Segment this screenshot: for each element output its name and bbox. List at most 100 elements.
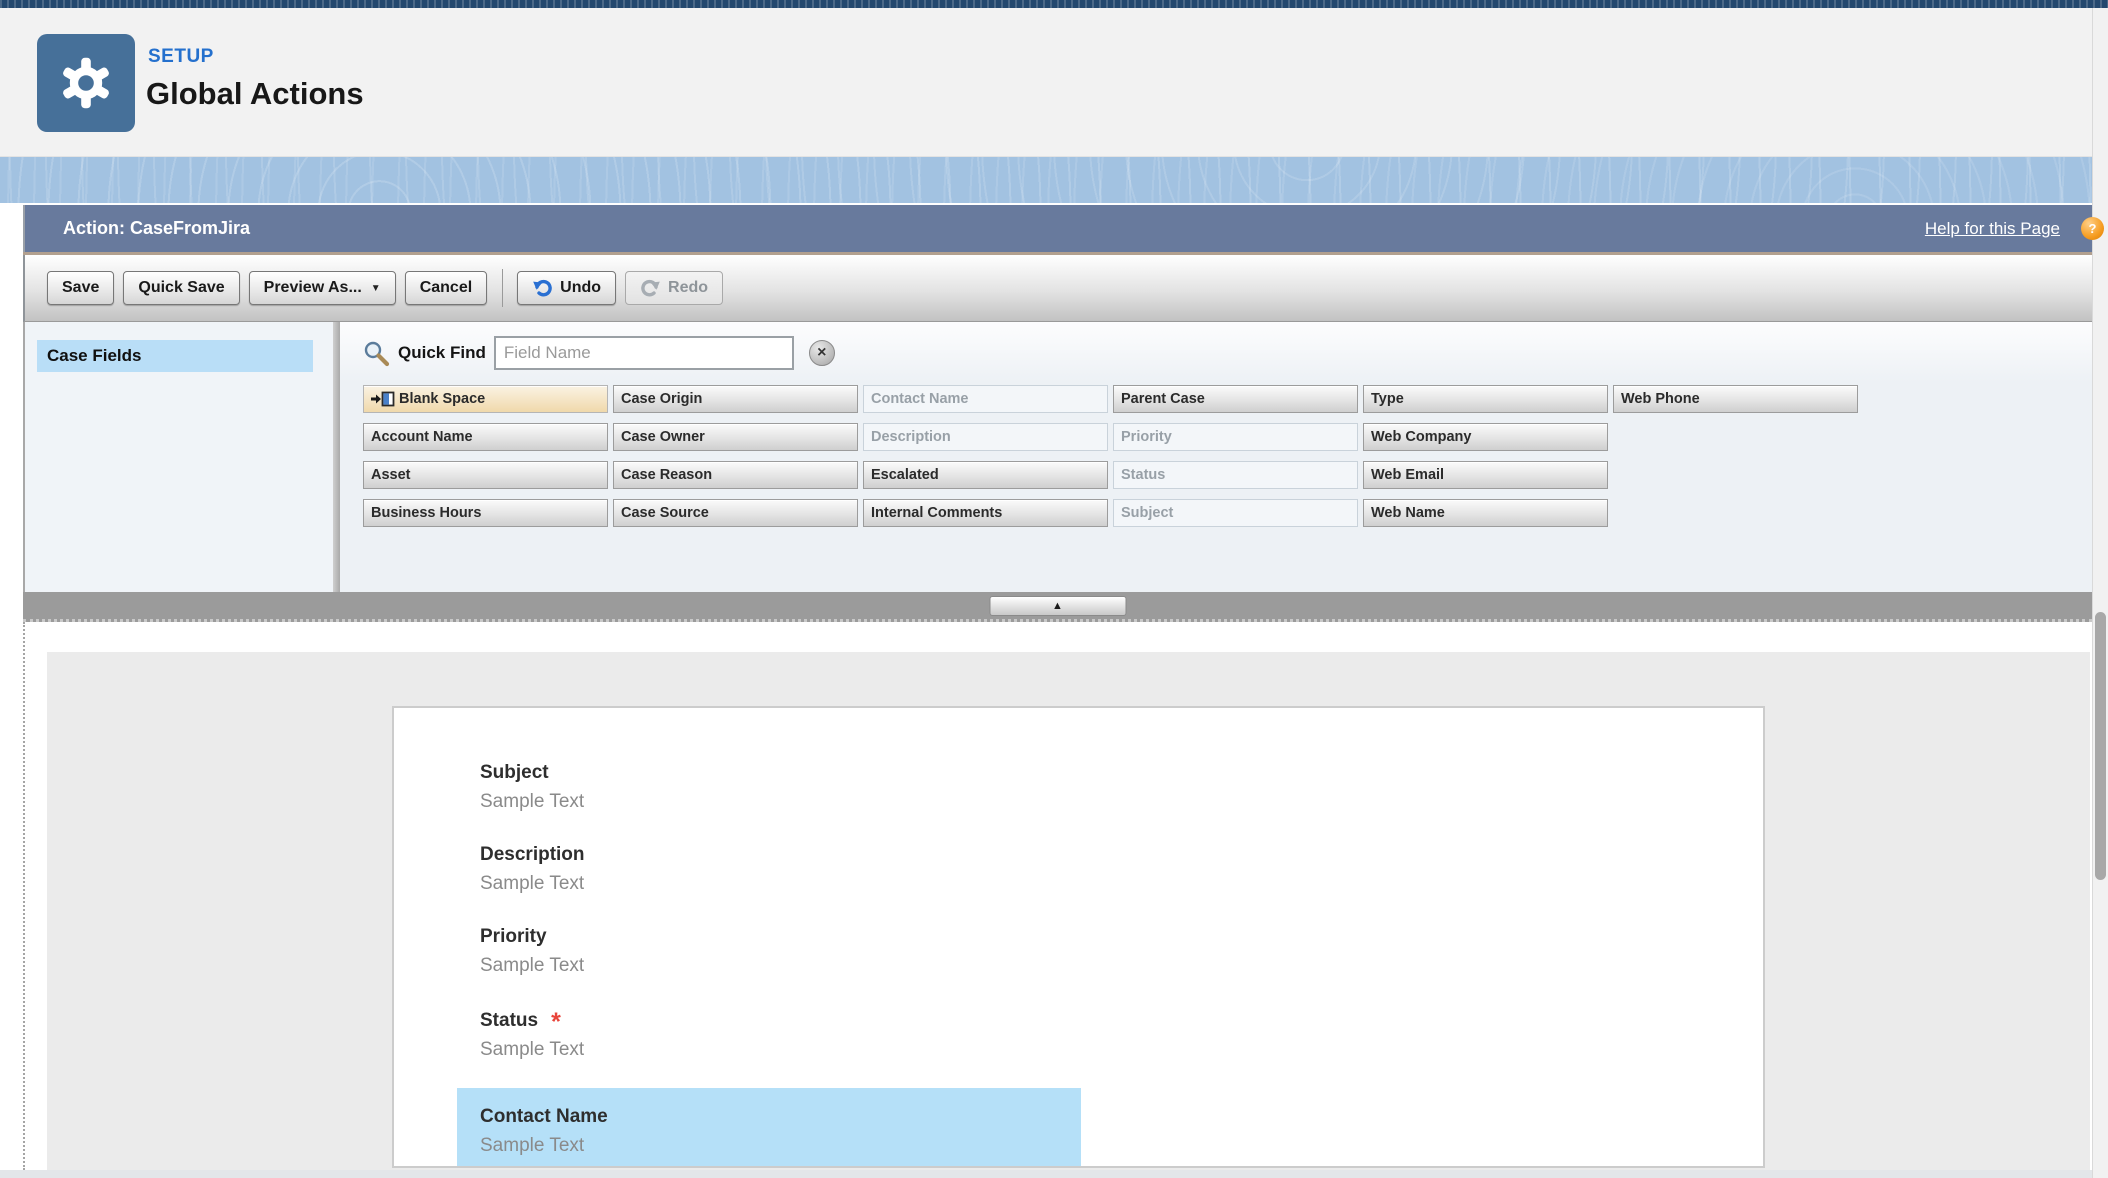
layout-field-label: Status bbox=[480, 1010, 538, 1031]
quick-find-bar: Quick Find × bbox=[340, 322, 2092, 370]
palette-field-label: Subject bbox=[1121, 500, 1173, 526]
palette-field[interactable]: Web Phone bbox=[1613, 385, 1858, 413]
layout-field-row[interactable]: Status * Sample Text bbox=[480, 1004, 1763, 1064]
palette-field-label: Web Name bbox=[1371, 500, 1445, 526]
quick-save-button[interactable]: Quick Save bbox=[123, 271, 239, 305]
search-icon bbox=[363, 340, 390, 367]
palette-field-label: Web Company bbox=[1371, 424, 1471, 450]
palette-field[interactable]: Blank Space bbox=[363, 385, 608, 413]
palette-field[interactable]: Case Owner bbox=[613, 423, 858, 451]
palette-field-label: Internal Comments bbox=[871, 500, 1002, 526]
panel-splitter[interactable]: ▲ bbox=[23, 592, 2092, 622]
redo-label: Redo bbox=[668, 279, 708, 297]
dropdown-caret-icon: ▼ bbox=[371, 283, 381, 294]
palette-field-label: Business Hours bbox=[371, 500, 481, 526]
help-icon[interactable]: ? bbox=[2081, 217, 2104, 240]
save-button[interactable]: Save bbox=[47, 271, 114, 305]
layout-field-label: Contact Name bbox=[480, 1106, 608, 1127]
palette-field[interactable]: Case Source bbox=[613, 499, 858, 527]
palette-field-label: Escalated bbox=[871, 462, 939, 488]
layout-field-sample: Sample Text bbox=[480, 787, 1763, 816]
cancel-button[interactable]: Cancel bbox=[405, 271, 487, 305]
layout-field-row[interactable]: Contact Name Sample Text bbox=[457, 1088, 1081, 1168]
editor-toolbar: Save Quick Save Preview As... ▼ Cancel U… bbox=[23, 255, 2092, 322]
layout-field-label: Priority bbox=[480, 926, 547, 947]
palette-field-label: Account Name bbox=[371, 424, 473, 450]
palette-field[interactable]: Case Origin bbox=[613, 385, 858, 413]
palette-field-label: Case Reason bbox=[621, 462, 712, 488]
palette-field-label: Contact Name bbox=[871, 386, 969, 412]
layout-field-row[interactable]: Priority Sample Text bbox=[480, 922, 1763, 980]
layout-field-label: Description bbox=[480, 844, 585, 865]
help-for-this-page-link[interactable]: Help for this Page bbox=[1925, 205, 2060, 252]
palette-field-label: Priority bbox=[1121, 424, 1172, 450]
preview-as-label: Preview As... bbox=[264, 279, 362, 297]
layout-field-sample: Sample Text bbox=[480, 951, 1763, 980]
required-asterisk: * bbox=[551, 1008, 561, 1036]
palette-field[interactable]: Priority bbox=[1113, 423, 1358, 451]
palette-field-label: Description bbox=[871, 424, 951, 450]
palette-field-label: Type bbox=[1371, 386, 1404, 412]
bottom-edge-strip bbox=[0, 1170, 2108, 1178]
palette-field[interactable]: Status bbox=[1113, 461, 1358, 489]
decorative-banner bbox=[0, 157, 2108, 203]
toolbar-separator bbox=[502, 269, 503, 307]
palette-field-label: Web Email bbox=[1371, 462, 1444, 488]
setup-breadcrumb: SETUP bbox=[148, 46, 214, 68]
palette-field[interactable]: Description bbox=[863, 423, 1108, 451]
layout-field-sample: Sample Text bbox=[480, 1131, 1081, 1160]
undo-icon bbox=[532, 278, 553, 298]
palette-field[interactable]: Case Reason bbox=[613, 461, 858, 489]
palette-field[interactable]: Escalated bbox=[863, 461, 1108, 489]
palette-field-label: Case Origin bbox=[621, 386, 702, 412]
palette-field[interactable]: Web Email bbox=[1363, 461, 1608, 489]
palette-field[interactable]: Web Company bbox=[1363, 423, 1608, 451]
field-palette: Quick Find × Blank Space Account Name As… bbox=[340, 322, 2092, 592]
page-title: Global Actions bbox=[146, 76, 364, 112]
sidebar-divider bbox=[333, 322, 340, 592]
palette-field[interactable]: Account Name bbox=[363, 423, 608, 451]
setup-gear-tile bbox=[37, 34, 135, 132]
collapse-handle[interactable]: ▲ bbox=[989, 596, 1126, 616]
canvas-background: Subject Sample Text Description Sample T… bbox=[47, 652, 2090, 1170]
undo-label: Undo bbox=[560, 279, 601, 297]
palette-field-label: Case Source bbox=[621, 500, 709, 526]
scrollbar-thumb[interactable] bbox=[2095, 612, 2106, 880]
global-actions-setup-page: SETUP Global Actions Action: CaseFromJir… bbox=[0, 0, 2108, 1178]
palette-field-label: Case Owner bbox=[621, 424, 705, 450]
palette-field[interactable]: Type bbox=[1363, 385, 1608, 413]
redo-button[interactable]: Redo bbox=[625, 271, 723, 305]
gear-icon bbox=[56, 53, 116, 113]
browser-top-strip bbox=[0, 0, 2108, 8]
clear-search-icon[interactable]: × bbox=[809, 340, 835, 366]
layout-editor-panel: Action: CaseFromJira Help for this Page … bbox=[23, 205, 2092, 1170]
palette-field[interactable]: Asset bbox=[363, 461, 608, 489]
quick-find-input[interactable] bbox=[494, 336, 794, 370]
collapse-arrow-icon: ▲ bbox=[1052, 600, 1063, 612]
layout-field-sample: Sample Text bbox=[480, 1035, 1763, 1064]
sidebar-item-case-fields[interactable]: Case Fields bbox=[37, 340, 313, 372]
page-scrollbar[interactable] bbox=[2092, 8, 2108, 1178]
layout-preview-panel: Subject Sample Text Description Sample T… bbox=[392, 706, 1765, 1168]
undo-button[interactable]: Undo bbox=[517, 271, 616, 305]
palette-field-label: Blank Space bbox=[399, 386, 485, 412]
field-palette-grid: Blank Space Account Name Asset Business … bbox=[363, 385, 1858, 527]
layout-canvas: Subject Sample Text Description Sample T… bbox=[23, 622, 2092, 1170]
palette-field[interactable]: Internal Comments bbox=[863, 499, 1108, 527]
layout-field-sample: Sample Text bbox=[480, 869, 1763, 898]
palette-field[interactable]: Subject bbox=[1113, 499, 1358, 527]
preview-as-button[interactable]: Preview As... ▼ bbox=[249, 271, 396, 305]
redo-icon bbox=[640, 278, 661, 298]
layout-field-row[interactable]: Description Sample Text bbox=[480, 840, 1763, 898]
palette-section: Case Fields Quick Find × bbox=[23, 322, 2092, 592]
palette-field[interactable]: Parent Case bbox=[1113, 385, 1358, 413]
palette-field-label: Web Phone bbox=[1621, 386, 1700, 412]
palette-field[interactable]: Web Name bbox=[1363, 499, 1608, 527]
layout-field-label: Subject bbox=[480, 762, 549, 783]
layout-field-row[interactable]: Subject Sample Text bbox=[480, 758, 1763, 816]
editor-title-bar: Action: CaseFromJira Help for this Page … bbox=[23, 205, 2092, 252]
setup-header: SETUP Global Actions bbox=[0, 8, 2108, 157]
palette-field-label: Status bbox=[1121, 462, 1165, 488]
palette-field[interactable]: Business Hours bbox=[363, 499, 608, 527]
palette-field[interactable]: Contact Name bbox=[863, 385, 1108, 413]
